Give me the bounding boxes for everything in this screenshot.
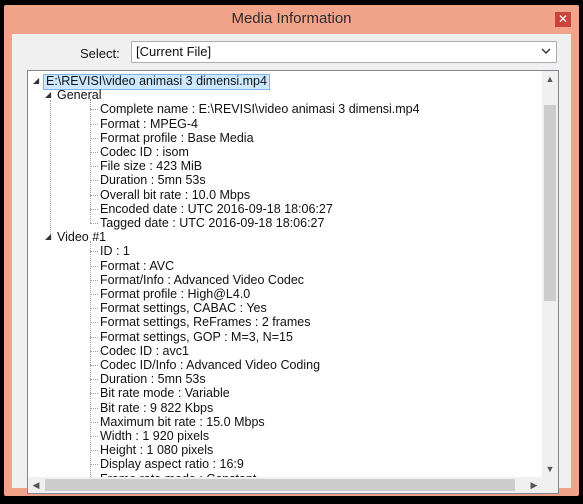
- tree-node-general[interactable]: General: [57, 88, 101, 102]
- file-select-value: [Current File]: [136, 44, 212, 59]
- tree-item: Maximum bit rate : 15.0 Mbps: [100, 414, 265, 429]
- tree-item: Format settings, ReFrames : 2 frames: [100, 315, 311, 330]
- tree-item: Tagged date : UTC 2016-09-18 18:06:27: [100, 216, 325, 230]
- tree-connector-horizontal: [90, 393, 98, 395]
- tree-connector-horizontal: [90, 350, 98, 352]
- tree-connector-horizontal: [90, 265, 98, 267]
- tree-connector-horizontal: [90, 166, 98, 168]
- media-info-window: Media Information ✕ Select: [Current Fil…: [4, 5, 579, 496]
- tree-connector-horizontal: [90, 436, 98, 437]
- horizontal-scroll-thumb[interactable]: [45, 479, 515, 491]
- info-tree-view[interactable]: ◢ E:\REVISI\video animasi 3 dimensi.mp4 ◢ G…: [27, 70, 559, 494]
- tree-content: ◢ E:\REVISI\video animasi 3 dimensi.mp4 ◢ G…: [28, 71, 542, 477]
- tree-connector-horizontal: [90, 109, 98, 111]
- tree-item: Encoded date : UTC 2016-09-18 18:06:27: [100, 201, 333, 216]
- dialog-body: Select: [Current File] ◢ E:\REVISI\video …: [12, 34, 571, 494]
- tree-connector-horizontal: [90, 365, 98, 366]
- tree-item: Format profile : Base Media: [100, 130, 254, 145]
- tree-connector-horizontal: [90, 279, 98, 281]
- tree-item: Width : 1 920 pixels: [100, 429, 210, 443]
- tree-item: Format : MPEG-4: [100, 116, 198, 131]
- vertical-scrollbar[interactable]: ▲ ▼: [542, 71, 558, 477]
- collapse-triangle-icon[interactable]: ◢: [45, 230, 51, 244]
- window-title: Media Information: [231, 10, 352, 27]
- tree-item: Duration : 5mn 53s: [100, 372, 206, 387]
- tree-connector-horizontal: [90, 123, 98, 125]
- vertical-scroll-thumb[interactable]: [544, 105, 556, 301]
- tree-item: ID : 1: [100, 244, 130, 259]
- scroll-down-arrow-icon[interactable]: ▼: [542, 461, 558, 477]
- collapse-triangle-icon[interactable]: ◢: [33, 74, 39, 88]
- tree-item: Duration : 5mn 53s: [100, 173, 206, 188]
- tree-item: Format/Info : Advanced Video Codec: [100, 272, 305, 287]
- tree-item: Codec ID : isom: [100, 145, 189, 159]
- close-button[interactable]: ✕: [555, 12, 571, 27]
- tree-connector-horizontal: [90, 294, 98, 295]
- tree-item: Format profile : High@L4.0: [100, 287, 251, 301]
- tree-connector-horizontal: [90, 308, 98, 310]
- tree-connector-horizontal: [90, 407, 98, 409]
- scrollbar-corner: [542, 477, 558, 493]
- tree-connector-horizontal: [90, 152, 98, 153]
- tree-item: Display aspect ratio : 16:9: [100, 457, 244, 472]
- tree-connector-horizontal: [90, 251, 98, 253]
- tree-item: Codec ID : avc1: [100, 343, 189, 358]
- tree-connector-horizontal: [90, 208, 98, 210]
- tree-connector-horizontal: [90, 421, 98, 423]
- tree-item: Complete name : E:\REVISI\video animasi …: [100, 102, 420, 117]
- select-label: Select:: [80, 46, 120, 61]
- tree-connector-vertical: [50, 100, 51, 239]
- tree-connector-horizontal: [90, 464, 98, 466]
- tree-connector-horizontal: [90, 223, 98, 224]
- title-bar[interactable]: Media Information ✕: [4, 5, 579, 34]
- horizontal-scrollbar[interactable]: ◀ ▶: [28, 477, 542, 493]
- scroll-left-arrow-icon[interactable]: ◀: [28, 477, 44, 493]
- tree-item: Height : 1 080 pixels: [100, 443, 214, 458]
- scroll-right-arrow-icon[interactable]: ▶: [526, 477, 542, 493]
- tree-connector-horizontal: [90, 336, 98, 338]
- tree-item: File size : 423 MiB: [100, 159, 203, 174]
- tree-connector-vertical: [90, 241, 91, 477]
- scroll-up-arrow-icon[interactable]: ▲: [542, 71, 558, 87]
- tree-node-video[interactable]: Video #1: [57, 230, 106, 244]
- tree-connector-horizontal: [90, 180, 98, 182]
- tree-connector-horizontal: [90, 322, 98, 324]
- tree-item: Bit rate : 9 822 Kbps: [100, 400, 214, 415]
- tree-connector-horizontal: [90, 379, 98, 381]
- tree-item: Codec ID/Info : Advanced Video Coding: [100, 358, 321, 372]
- tree-connector-horizontal: [90, 450, 98, 452]
- tree-item: Format settings, CABAC : Yes: [100, 301, 267, 316]
- tree-item: Format settings, GOP : M=3, N=15: [100, 329, 293, 344]
- tree-item: Format : AVC: [100, 258, 175, 273]
- chevron-down-icon: [541, 48, 551, 54]
- tree-connector-horizontal: [90, 137, 98, 139]
- tree-item: Overall bit rate : 10.0 Mbps: [100, 187, 251, 202]
- file-select[interactable]: [Current File]: [131, 41, 557, 63]
- tree-connector-horizontal: [90, 194, 98, 196]
- tree-item: Bit rate mode : Variable: [100, 386, 230, 401]
- tree-connector-vertical: [90, 99, 91, 223]
